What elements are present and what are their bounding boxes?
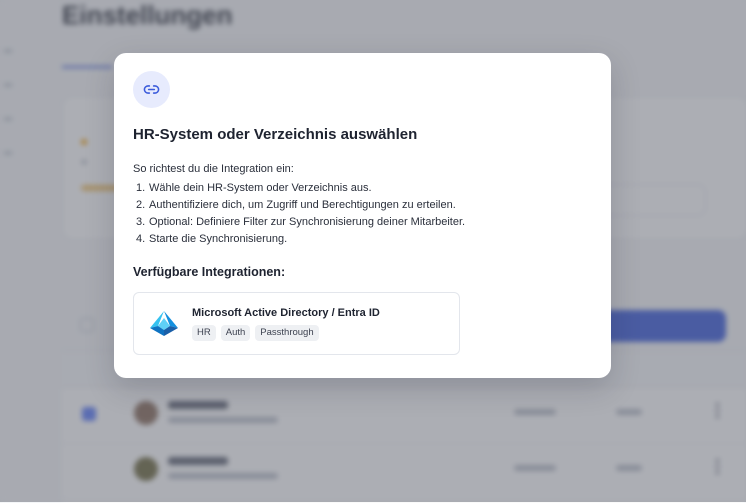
entra-id-logo-icon <box>149 310 179 337</box>
instruction-steps: 1. Wähle dein HR-System oder Verzeichnis … <box>136 180 465 248</box>
list-item: 1. Wähle dein HR-System oder Verzeichnis … <box>136 180 465 197</box>
integration-name: Microsoft Active Directory / Entra ID <box>192 307 380 319</box>
integration-card-entra-id[interactable]: Microsoft Active Directory / Entra ID HR… <box>133 292 460 355</box>
link-icon <box>133 71 170 108</box>
step-number: 4. <box>136 233 146 245</box>
tag-passthrough: Passthrough <box>255 325 319 341</box>
step-text: Authentifiziere dich, um Zugriff und Ber… <box>149 199 456 211</box>
dialog-title: HR-System oder Verzeichnis auswählen <box>133 126 418 143</box>
integration-dialog: HR-System oder Verzeichnis auswählen So … <box>114 53 611 378</box>
step-number: 3. <box>136 216 146 228</box>
step-text: Wähle dein HR-System oder Verzeichnis au… <box>149 182 372 194</box>
list-item: 3. Optional: Definiere Filter zur Synchro… <box>136 214 465 231</box>
step-text: Starte die Synchronisierung. <box>149 233 288 245</box>
step-number: 1. <box>136 182 146 194</box>
list-item: 4. Starte die Synchronisierung. <box>136 231 465 248</box>
step-text: Optional: Definiere Filter zur Synchroni… <box>149 216 466 228</box>
tag-auth: Auth <box>220 325 251 341</box>
step-number: 2. <box>136 199 146 211</box>
list-item: 2. Authentifiziere dich, um Zugriff und B… <box>136 197 465 214</box>
integration-tags: HR Auth Passthrough <box>192 325 319 341</box>
available-integrations-heading: Verfügbare Integrationen: <box>133 265 286 279</box>
tag-hr: HR <box>192 325 216 341</box>
instructions-intro: So richtest du die Integration ein: <box>133 163 294 175</box>
